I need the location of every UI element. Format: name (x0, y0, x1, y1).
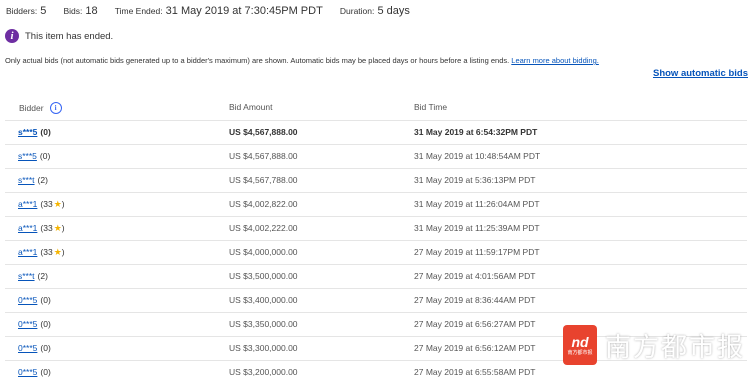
feedback-score: (0) (40, 367, 51, 377)
bidder-name-link[interactable]: 0***5 (18, 319, 37, 329)
bid-time: 27 May 2019 at 11:59:17PM PDT (414, 247, 540, 257)
feedback-score: (0) (40, 127, 51, 137)
bidder-name-link[interactable]: s***5 (18, 127, 37, 137)
feedback-score: (0) (39, 151, 51, 161)
bidder-name-link[interactable]: 0***5 (18, 367, 37, 377)
feedback-close-paren: ) (61, 199, 65, 209)
column-header-amount: Bid Amount (229, 102, 273, 112)
bid-time: 31 May 2019 at 11:26:04AM PDT (414, 199, 540, 209)
bid-amount: US $3,400,000.00 (229, 295, 298, 305)
column-header-time: Bid Time (414, 102, 448, 112)
feedback-score: (0) (40, 343, 51, 353)
table-row: s***t (2) US $3,500,000.00 27 May 2019 at 4… (5, 264, 747, 288)
bidder-cell: 0***5 (0) (18, 319, 51, 329)
watermark: nd 南方都市报 南方都市报 (563, 325, 745, 365)
bid-time: 27 May 2019 at 6:56:27AM PDT (414, 319, 536, 329)
bidders-label: Bidders: (6, 6, 38, 16)
bid-note: Only actual bids (not automatic bids gen… (5, 56, 599, 65)
feedback-score: (33 (40, 247, 53, 257)
bid-amount: US $4,002,222.00 (229, 223, 298, 233)
feedback-score: (33 (40, 199, 53, 209)
bidder-cell: s***t (2) (18, 175, 48, 185)
bid-amount: US $3,350,000.00 (229, 319, 298, 329)
watermark-logo-sub: 南方都市报 (567, 349, 593, 356)
table-row: 0***5 (0) US $3,400,000.00 27 May 2019 at 8… (5, 288, 747, 312)
bid-amount: US $3,300,000.00 (229, 343, 298, 353)
bidder-name-link[interactable]: a***1 (18, 223, 37, 233)
watermark-logo: nd 南方都市报 (563, 325, 597, 365)
bid-time: 31 May 2019 at 5:36:13PM PDT (414, 175, 536, 185)
bidder-cell: 0***5 (0) (18, 367, 51, 377)
feedback-score: (2) (37, 271, 48, 281)
bidders-count: 5 (40, 5, 47, 17)
bid-time: 31 May 2019 at 11:25:39AM PDT (414, 223, 540, 233)
bidder-name-link[interactable]: 0***5 (18, 295, 37, 305)
bidder-cell: s***t (2) (18, 271, 48, 281)
bid-amount: US $4,002,822.00 (229, 199, 298, 209)
bidder-name-link[interactable]: a***1 (18, 199, 37, 209)
bidder-cell: s***5 (0) (18, 151, 50, 161)
table-row: s***5 (0) US $4,567,888.00 31 May 2019 at 6… (5, 120, 747, 144)
bid-amount: US $4,567,888.00 (229, 151, 298, 161)
bidder-name-link[interactable]: s***t (18, 175, 35, 185)
duration-value: 5 days (377, 5, 410, 17)
bid-amount: US $4,000,000.00 (229, 247, 298, 257)
item-ended-text: This item has ended. (25, 30, 114, 42)
bid-amount: US $3,200,000.00 (229, 367, 298, 377)
bid-amount: US $4,567,788.00 (229, 175, 298, 185)
feedback-close-paren: ) (61, 223, 65, 233)
learn-more-link[interactable]: Learn more about bidding. (511, 56, 599, 65)
table-row: a***1 (33★) US $4,002,222.00 31 May 2019 at… (5, 216, 747, 240)
bidder-cell: 0***5 (0) (18, 295, 51, 305)
bids-count: 18 (85, 5, 98, 17)
show-automatic-bids-link[interactable]: Show automatic bids (653, 68, 748, 79)
bidder-name-link[interactable]: 0***5 (18, 343, 37, 353)
bids-label: Bids: (63, 6, 83, 16)
bid-time: 27 May 2019 at 4:01:56AM PDT (414, 271, 536, 281)
table-row: a***1 (33★) US $4,002,822.00 31 May 2019 at… (5, 192, 747, 216)
feedback-score: (0) (40, 319, 51, 329)
watermark-text: 南方都市报 (605, 332, 746, 363)
time-ended-value: 31 May 2019 at 7:30:45PM PDT (165, 5, 323, 17)
bid-time: 27 May 2019 at 6:56:12AM PDT (414, 343, 536, 353)
bid-time: 27 May 2019 at 8:36:44AM PDT (414, 295, 536, 305)
star-icon: ★ (53, 199, 62, 209)
item-ended-notice: i This item has ended. (5, 29, 113, 43)
auction-summary: Bidders: 5 Bids: 18 Time Ended: 31 May 2… (6, 5, 424, 17)
bidder-cell: a***1 (33★) (18, 223, 65, 234)
column-header-bidder-label: Bidder (19, 103, 44, 113)
feedback-score: (33 (40, 223, 53, 233)
duration-label: Duration: (339, 6, 375, 16)
info-icon: i (5, 29, 19, 43)
table-row: s***5 (0) US $4,567,888.00 31 May 2019 at 1… (5, 144, 747, 168)
bidder-cell: a***1 (33★) (18, 247, 65, 258)
watermark-logo-mark: nd (571, 333, 589, 350)
time-ended-label: Time Ended: (114, 6, 163, 16)
bidder-name-link[interactable]: a***1 (18, 247, 37, 257)
column-header-bidder: Bidder i (19, 102, 62, 114)
feedback-close-paren: ) (61, 247, 65, 257)
bid-amount: US $3,500,000.00 (229, 271, 298, 281)
bidder-name-link[interactable]: s***t (18, 271, 35, 281)
bidder-cell: a***1 (33★) (18, 199, 65, 210)
table-row: a***1 (33★) US $4,000,000.00 27 May 2019 at… (5, 240, 747, 264)
table-row: s***t (2) US $4,567,788.00 31 May 2019 at 5… (5, 168, 747, 192)
star-icon: ★ (53, 223, 62, 233)
bid-amount: US $4,567,888.00 (229, 127, 298, 137)
feedback-score: (0) (40, 295, 51, 305)
bidder-cell: 0***5 (0) (18, 343, 51, 353)
bidder-name-link[interactable]: s***5 (18, 151, 37, 161)
bid-time: 31 May 2019 at 6:54:32PM PDT (414, 127, 538, 137)
bidder-cell: s***5 (0) (18, 127, 51, 137)
feedback-score: (2) (37, 175, 48, 185)
bid-time: 31 May 2019 at 10:48:54AM PDT (414, 151, 541, 161)
bid-note-text: Only actual bids (not automatic bids gen… (5, 56, 510, 65)
bid-time: 27 May 2019 at 6:55:58AM PDT (414, 367, 536, 377)
star-icon: ★ (53, 247, 62, 257)
help-icon[interactable]: i (49, 102, 62, 114)
